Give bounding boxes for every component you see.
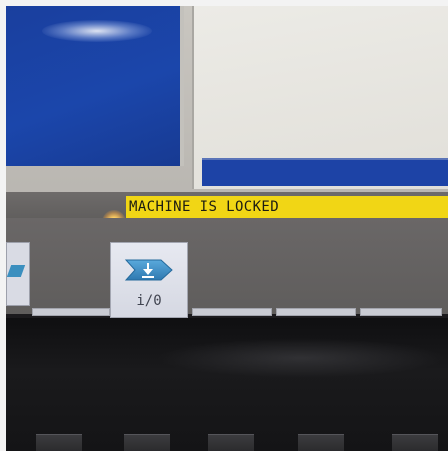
- softkey-io[interactable]: i/0: [110, 242, 188, 318]
- screen-glare: [42, 20, 152, 42]
- screen-top-area: [6, 6, 448, 199]
- softkey-io-label: i/0: [136, 293, 162, 309]
- softkey-tab[interactable]: [32, 308, 110, 316]
- arrow-right-icon: [6, 265, 26, 277]
- hardware-softkey[interactable]: [392, 434, 438, 451]
- cnc-control-screen: MACHINE IS LOCKED i/0: [6, 6, 448, 451]
- status-message: MACHINE IS LOCKED: [126, 196, 448, 218]
- hardware-softkey[interactable]: [36, 434, 82, 451]
- softkey-left-partial[interactable]: [6, 242, 30, 306]
- hardware-softkey[interactable]: [124, 434, 170, 451]
- softkey-tab[interactable]: [276, 308, 356, 316]
- hardware-softkey[interactable]: [298, 434, 344, 451]
- softkey-tab[interactable]: [192, 308, 272, 316]
- bezel-reflection: [156, 338, 446, 378]
- softkey-bar: [6, 218, 448, 314]
- right-display-panel: [192, 6, 448, 189]
- softkey-tab[interactable]: [360, 308, 442, 316]
- left-blue-panel: [6, 6, 184, 166]
- right-panel-input-bar[interactable]: [202, 158, 448, 186]
- hardware-softkey[interactable]: [208, 434, 254, 451]
- download-arrow-icon: [123, 257, 175, 283]
